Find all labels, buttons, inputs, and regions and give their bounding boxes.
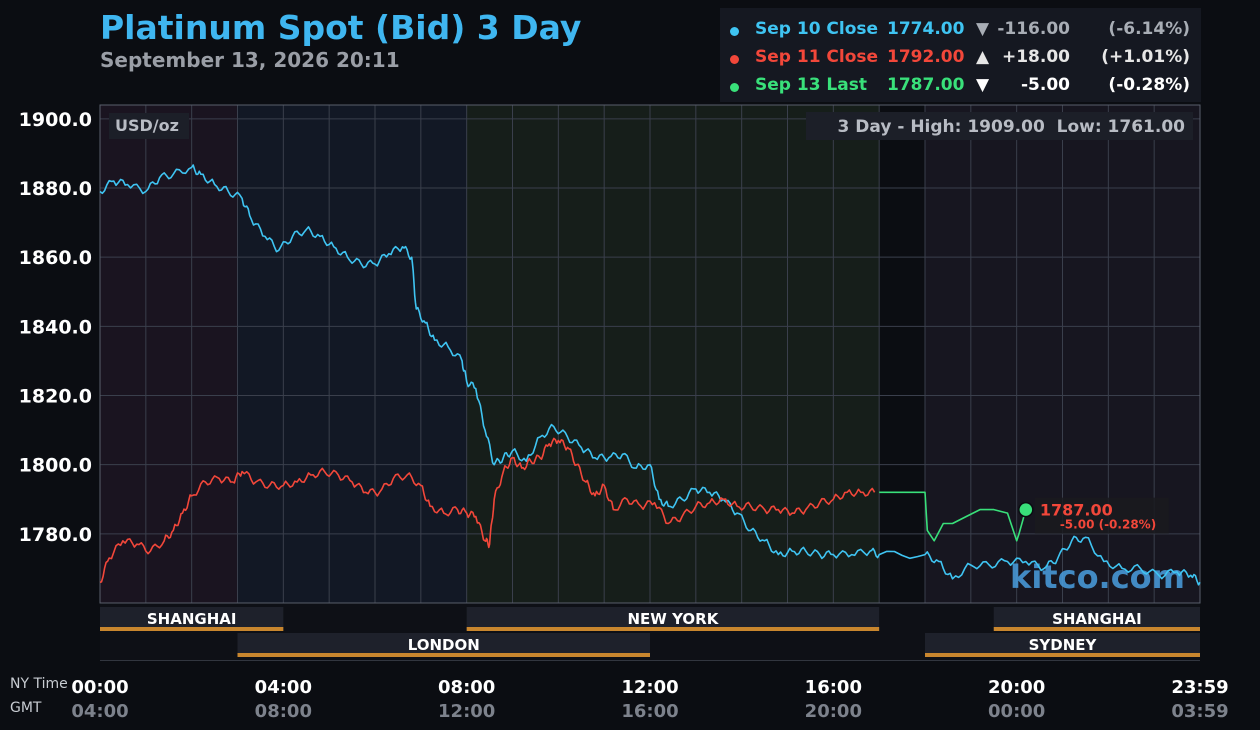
y-tick-label: 1880.0	[19, 178, 92, 200]
x-tick-label-gmt: 20:00	[805, 701, 862, 722]
ny-time-label: NY Time	[10, 676, 68, 692]
x-tick-label-ny: 23:59	[1171, 677, 1228, 698]
session-label: LONDON	[408, 636, 480, 654]
x-tick-label-gmt: 16:00	[621, 701, 678, 722]
x-tick-label-ny: 20:00	[988, 677, 1045, 698]
y-tick-label: 1860.0	[19, 247, 92, 269]
last-price-change: -5.00 (-0.28%)	[1060, 518, 1156, 532]
y-tick-label: 1780.0	[19, 524, 92, 546]
session-band	[466, 105, 880, 603]
unit-label: USD/oz	[115, 116, 179, 135]
x-tick-label-gmt: 12:00	[438, 701, 495, 722]
y-tick-label: 1820.0	[19, 386, 92, 408]
x-tick-label-ny: 08:00	[438, 677, 495, 698]
x-tick-label-gmt: 03:59	[1171, 701, 1228, 722]
session-label: SYDNEY	[1029, 636, 1098, 654]
x-tick-label-ny: 16:00	[805, 677, 862, 698]
session-label: SHANGHAI	[147, 610, 237, 628]
x-tick-label-ny: 04:00	[255, 677, 312, 698]
session-band	[879, 105, 925, 603]
x-tick-label-gmt: 08:00	[255, 701, 312, 722]
x-tick-label-ny: 00:00	[71, 677, 128, 698]
x-axis-labels: 00:00 04:00 04:00 08:00 08:00 12:00 12:00 16:00…	[71, 659, 1229, 722]
session-label: SHANGHAI	[1052, 610, 1142, 628]
x-tick-label-gmt: 04:00	[71, 701, 128, 722]
y-tick-label: 1800.0	[19, 455, 92, 477]
last-price-marker	[1018, 501, 1034, 518]
y-axis-labels: 1780.0 1800.0 1820.0 1840.0 1860.0 1880.0 1900…	[19, 109, 92, 546]
x-tick-label-gmt: 00:00	[988, 701, 1045, 722]
price-chart: kitco.com 1787.00-5.00 (-0.28%) 1780.018…	[10, 104, 1229, 722]
range-label: 3 Day - High: 1909.00 Low: 1761.00	[838, 117, 1186, 137]
y-tick-label: 1900.0	[19, 109, 92, 131]
y-tick-label: 1840.0	[19, 316, 92, 338]
trading-sessions: SHANGHAI NEW YORK SHANGHAI LONDON SYDNEY	[100, 604, 1200, 660]
gmt-label: GMT	[10, 700, 42, 716]
session-band	[237, 105, 467, 603]
x-tick-label-ny: 12:00	[621, 677, 678, 698]
session-label: NEW YORK	[628, 610, 720, 628]
